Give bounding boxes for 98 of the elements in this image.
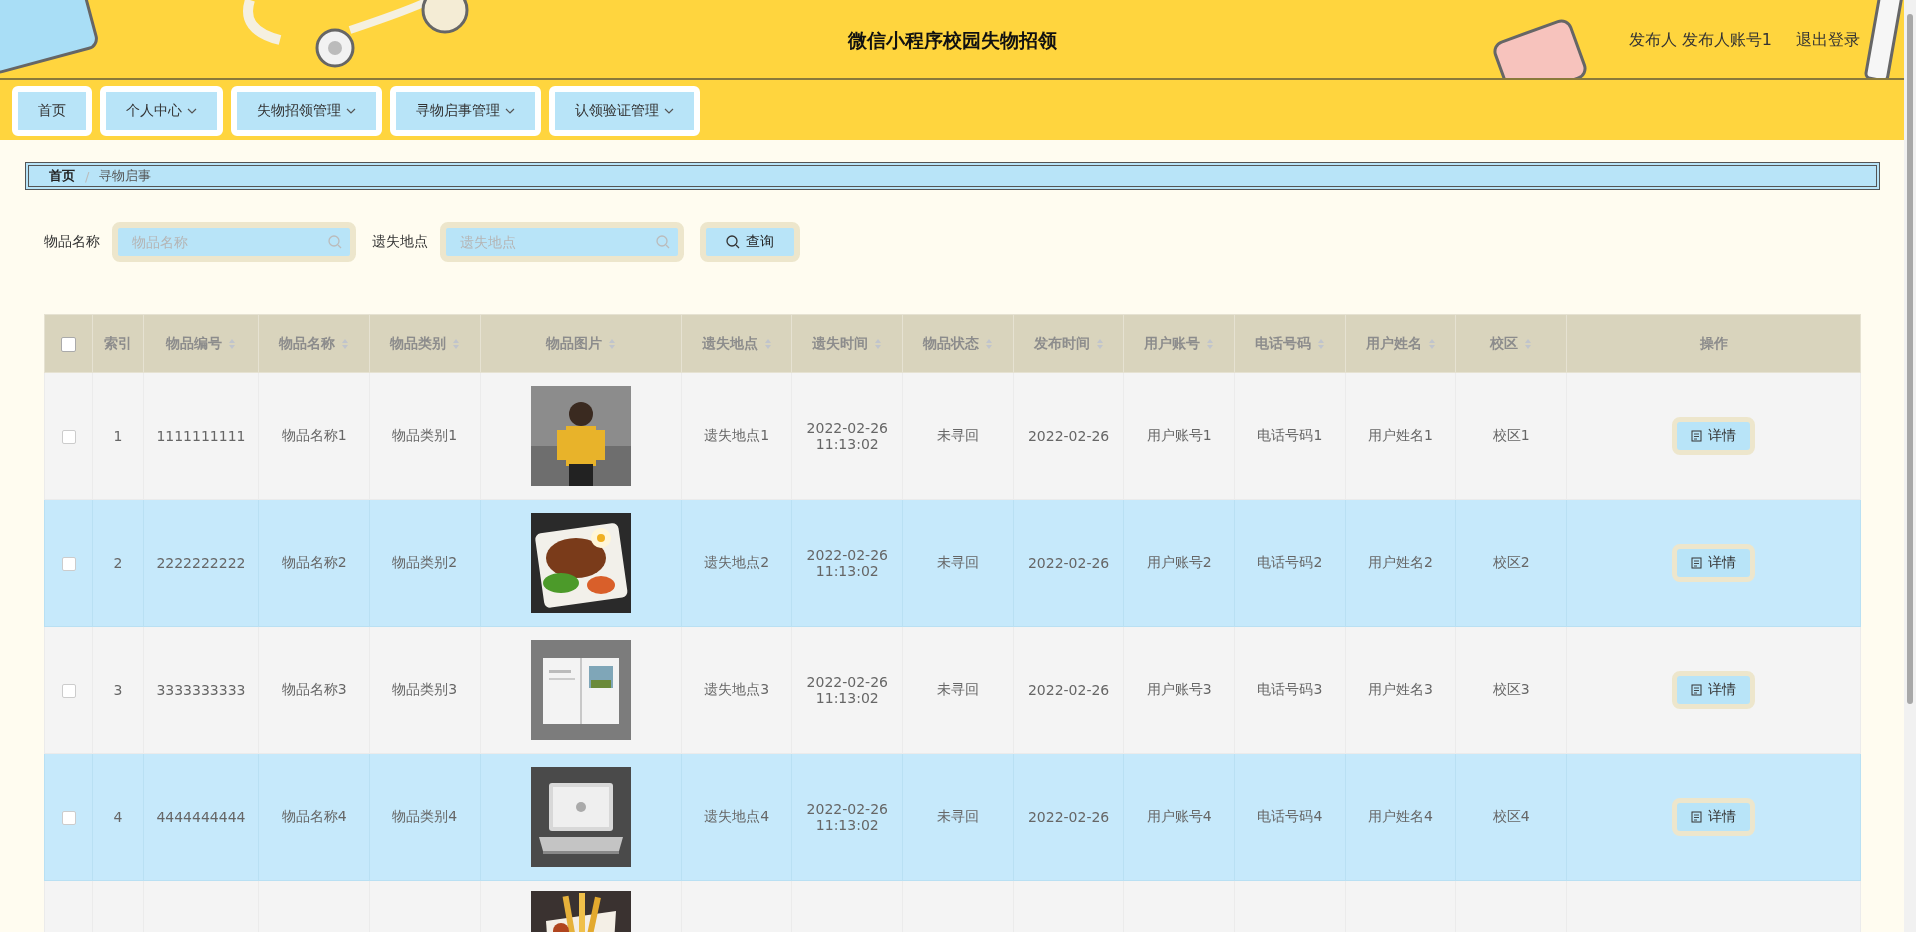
- breadcrumb-separator: /: [85, 168, 90, 184]
- nav-menu-item[interactable]: 失物招领管理: [231, 86, 382, 136]
- input-field[interactable]: 遗失地点: [440, 222, 684, 262]
- sort-icon[interactable]: [227, 337, 236, 350]
- caret-icon: [187, 106, 197, 116]
- table-cell: 物品名称3: [281, 681, 347, 697]
- search-icon: [328, 235, 342, 249]
- table-cell: 校区4: [1492, 808, 1530, 824]
- sort-icon[interactable]: [1524, 337, 1533, 350]
- detail-button[interactable]: 详情: [1672, 671, 1755, 709]
- table-cell: 用户姓名4: [1368, 808, 1433, 824]
- table-cell: 电话号码1: [1257, 427, 1323, 443]
- table-cell: 物品名称1: [281, 427, 347, 443]
- table-cell: 用户姓名3: [1368, 681, 1433, 697]
- logout-link[interactable]: 退出登录: [1796, 30, 1860, 51]
- table-cell: 遗失地点4: [704, 808, 770, 824]
- table-cell: 未寻回: [936, 554, 979, 570]
- table-cell: 用户账号1: [1146, 427, 1212, 443]
- table-cell: 2022-02-26 11:13:02: [806, 801, 888, 833]
- app-title: 微信小程序校园失物招领: [847, 29, 1057, 51]
- table-cell: 遗失地点2: [704, 554, 770, 570]
- table-cell: 电话号码3: [1257, 681, 1323, 697]
- table-cell: 用户账号3: [1146, 681, 1212, 697]
- nav-menu-item[interactable]: 首页: [12, 86, 92, 136]
- field-label: 遗失地点: [372, 233, 428, 251]
- table-cell: 2222222222: [156, 555, 246, 571]
- nav-menu-item[interactable]: 个人中心: [100, 86, 223, 136]
- sort-icon[interactable]: [874, 337, 883, 350]
- sort-icon[interactable]: [1316, 337, 1325, 350]
- table-cell: 物品类别3: [392, 681, 458, 697]
- table-cell: 未寻回: [936, 427, 979, 443]
- user-label: 发布人 发布人账号1: [1628, 30, 1772, 51]
- column-header: 索引: [103, 334, 132, 353]
- table-cell: 未寻回: [936, 808, 979, 824]
- field-label: 物品名称: [44, 233, 100, 251]
- table-cell: 校区3: [1492, 681, 1530, 697]
- table-cell: 2022-02-26 11:13:02: [806, 420, 888, 452]
- table-cell: 2022-02-26: [1027, 809, 1110, 825]
- breadcrumb-current: 寻物启事: [99, 167, 152, 185]
- table-cell: 1: [113, 428, 123, 444]
- table-cell: 2: [113, 555, 123, 571]
- table-cell: 校区2: [1492, 554, 1530, 570]
- table-cell: 4: [113, 809, 123, 825]
- table-cell: 电话号码2: [1257, 554, 1323, 570]
- table-cell: 物品名称4: [281, 808, 347, 824]
- table-cell: 校区1: [1492, 427, 1530, 443]
- sort-icon[interactable]: [607, 337, 616, 350]
- document-icon: [1691, 430, 1702, 442]
- sort-icon[interactable]: [341, 337, 350, 350]
- row-checkbox[interactable]: [61, 430, 76, 444]
- table-cell: 电话号码4: [1257, 808, 1323, 824]
- table-cell: 未寻回: [936, 681, 979, 697]
- select-all-checkbox[interactable]: [61, 336, 77, 352]
- detail-button[interactable]: 详情: [1672, 417, 1755, 455]
- table-cell: 物品名称2: [281, 554, 347, 570]
- caret-icon: [505, 106, 515, 116]
- search-icon: [656, 235, 670, 249]
- nav-menu-item[interactable]: 寻物启事管理: [390, 86, 541, 136]
- document-icon: [1691, 811, 1702, 823]
- caret-icon: [664, 106, 674, 116]
- sort-icon[interactable]: [1427, 337, 1436, 350]
- table-cell: 用户姓名1: [1368, 427, 1433, 443]
- nav-menu-item[interactable]: 认领验证管理: [549, 86, 700, 136]
- sort-icon[interactable]: [1095, 337, 1104, 350]
- row-checkbox[interactable]: [61, 684, 76, 698]
- table-cell: 物品类别4: [392, 808, 458, 824]
- table-cell: 3: [113, 682, 123, 698]
- table-cell: 2022-02-26 11:13:02: [806, 674, 888, 706]
- document-icon: [1691, 557, 1702, 569]
- table-cell: 物品类别1: [392, 427, 458, 443]
- table-cell: 遗失地点3: [704, 681, 770, 697]
- sort-icon[interactable]: [763, 337, 772, 350]
- table-cell: 遗失地点1: [704, 427, 770, 443]
- detail-button[interactable]: 详情: [1672, 544, 1755, 582]
- table-cell: 4444444444: [156, 809, 246, 825]
- table-cell: 2022-02-26 11:13:02: [806, 547, 888, 579]
- sort-icon[interactable]: [451, 337, 460, 350]
- row-checkbox[interactable]: [61, 557, 76, 571]
- table-cell: 用户姓名2: [1368, 554, 1433, 570]
- table-cell: 用户账号4: [1146, 808, 1212, 824]
- table-cell: 2022-02-26: [1027, 555, 1110, 571]
- table-cell: 2022-02-26: [1027, 682, 1110, 698]
- search-icon: [726, 235, 740, 249]
- sort-icon[interactable]: [984, 337, 993, 350]
- breadcrumb-link[interactable]: 首页: [49, 167, 75, 185]
- row-checkbox[interactable]: [61, 811, 76, 825]
- search-button[interactable]: 查询: [700, 222, 800, 262]
- caret-icon: [346, 106, 356, 116]
- table-cell: 用户账号2: [1146, 554, 1212, 570]
- column-header: 操作: [1699, 334, 1728, 353]
- document-icon: [1691, 684, 1702, 696]
- detail-button[interactable]: 详情: [1672, 798, 1755, 836]
- table-cell: 2022-02-26: [1027, 428, 1110, 444]
- table-cell: 1111111111: [156, 428, 246, 444]
- table-cell: 3333333333: [156, 682, 246, 698]
- sort-icon[interactable]: [1206, 337, 1215, 350]
- input-field[interactable]: 物品名称: [112, 222, 356, 262]
- table-cell: 物品类别2: [392, 554, 458, 570]
